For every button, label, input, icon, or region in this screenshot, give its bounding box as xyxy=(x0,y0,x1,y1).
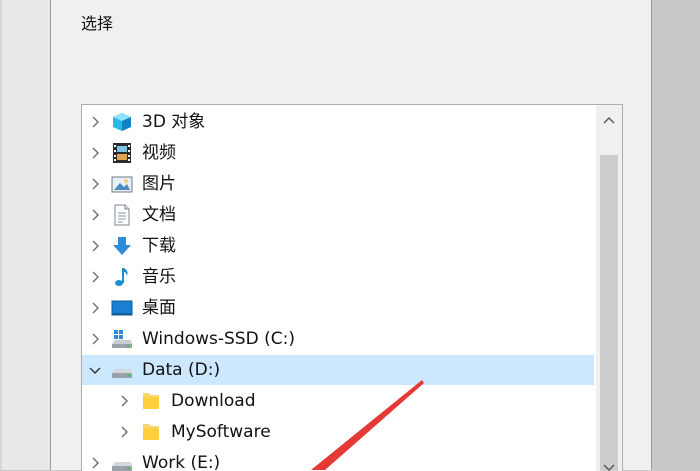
tree-item-label: 图片 xyxy=(142,174,176,194)
scrollbar-thumb[interactable] xyxy=(600,155,618,471)
chevron-right-icon[interactable] xyxy=(88,115,102,129)
tree-item-download-folder[interactable]: Download xyxy=(82,386,594,416)
chevron-right-icon[interactable] xyxy=(88,239,102,253)
folder-icon xyxy=(140,390,162,412)
chevron-down-icon[interactable] xyxy=(88,363,102,377)
tree-item-label: 文档 xyxy=(142,205,176,225)
tree-item-label: 下载 xyxy=(142,236,176,256)
tree-item-label: 音乐 xyxy=(142,267,176,287)
chevron-right-icon[interactable] xyxy=(88,332,102,346)
dialog-prompt: 选择 xyxy=(81,14,114,33)
tree-item-videos[interactable]: 视频 xyxy=(82,138,594,168)
tree-item-3d-objects[interactable]: 3D 对象 xyxy=(82,107,594,137)
3d-objects-icon xyxy=(111,111,133,133)
tree-item-documents[interactable]: 文档 xyxy=(82,200,594,230)
tree-item-label: 3D 对象 xyxy=(142,112,206,132)
chevron-up-icon xyxy=(603,117,615,124)
chevron-right-icon[interactable] xyxy=(88,301,102,315)
downloads-icon xyxy=(111,235,133,257)
pictures-icon xyxy=(111,173,133,195)
tree-item-windows-ssd[interactable]: Windows-SSD (C:) xyxy=(82,324,594,354)
chevron-right-icon[interactable] xyxy=(117,425,131,439)
tree-item-music[interactable]: 音乐 xyxy=(82,262,594,292)
chevron-right-icon[interactable] xyxy=(88,177,102,191)
tree-item-mysoftware-folder[interactable]: MySoftware xyxy=(82,417,594,447)
videos-icon xyxy=(111,142,133,164)
tree-item-downloads[interactable]: 下载 xyxy=(82,231,594,261)
tree-item-label: Work (E:) xyxy=(142,453,221,471)
window-divider xyxy=(0,0,2,470)
chevron-right-icon[interactable] xyxy=(88,456,102,470)
documents-icon xyxy=(111,204,133,226)
tree-item-label: Windows-SSD (C:) xyxy=(142,329,295,349)
folder-picker-dialog: 选择 3D 对象 视频 图片 文档 下载 音乐 桌面 Windows-SSD (… xyxy=(50,0,652,471)
music-icon xyxy=(111,266,133,288)
scroll-down-button[interactable] xyxy=(596,455,622,471)
tree-item-label: 桌面 xyxy=(142,298,176,318)
tree-item-data-drive[interactable]: Data (D:) xyxy=(82,355,594,385)
tree-item-label: Download xyxy=(171,391,256,411)
desktop-icon xyxy=(111,297,133,319)
vertical-scrollbar[interactable] xyxy=(596,105,622,471)
tree-item-desktop[interactable]: 桌面 xyxy=(82,293,594,323)
system-drive-icon xyxy=(111,328,133,350)
tree-item-label: Data (D:) xyxy=(142,360,221,380)
drive-icon xyxy=(111,359,133,381)
tree-item-pictures[interactable]: 图片 xyxy=(82,169,594,199)
chevron-right-icon[interactable] xyxy=(117,394,131,408)
chevron-right-icon[interactable] xyxy=(88,146,102,160)
background-window xyxy=(0,0,50,470)
drive-icon xyxy=(111,452,133,471)
tree-item-label: MySoftware xyxy=(171,422,271,442)
chevron-right-icon[interactable] xyxy=(88,270,102,284)
folder-tree[interactable]: 3D 对象 视频 图片 文档 下载 音乐 桌面 Windows-SSD (C:)… xyxy=(81,104,623,471)
tree-item-label: 视频 xyxy=(142,143,176,163)
tree-item-work-drive[interactable]: Work (E:) xyxy=(82,448,594,471)
scroll-up-button[interactable] xyxy=(596,107,622,133)
chevron-right-icon[interactable] xyxy=(88,208,102,222)
folder-icon xyxy=(140,421,162,443)
